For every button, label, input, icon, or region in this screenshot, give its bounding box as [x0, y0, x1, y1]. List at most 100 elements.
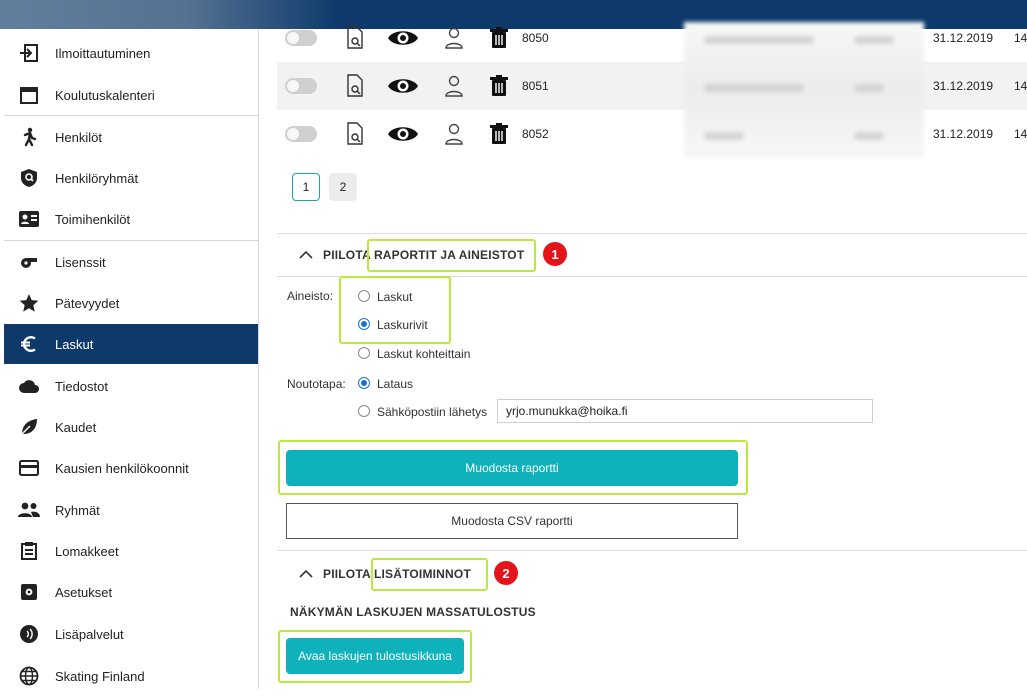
- sidebar-item-patevyydet[interactable]: Pätevyydet: [4, 283, 258, 323]
- highlight-box: [367, 239, 536, 272]
- radio-sahkoposti[interactable]: [358, 405, 370, 417]
- sidebar-item-koulutuskalenteri[interactable]: Koulutuskalenteri: [4, 75, 258, 115]
- row-date: 31.12.2019: [933, 31, 994, 45]
- person-icon[interactable]: [444, 14, 464, 62]
- radio-laskurivit[interactable]: [358, 318, 370, 330]
- trash-icon[interactable]: [489, 14, 509, 62]
- row-id: 8052: [522, 127, 549, 141]
- globe-icon: [18, 665, 40, 687]
- page-button-current[interactable]: 1: [292, 173, 320, 201]
- radio-label: Laskut kohteittain: [377, 347, 471, 361]
- sidebar: Ilmoittautuminen Koulutuskalenteri Henki…: [0, 29, 259, 689]
- sidebar-item-label: Lisenssit: [55, 254, 106, 270]
- sidebar-item-henkilot[interactable]: Henkilöt: [4, 117, 258, 157]
- radio-label: Sähköpostiin lähetys: [377, 405, 488, 419]
- sidebar-item-label: Ryhmät: [55, 502, 100, 518]
- euro-icon: [18, 333, 40, 355]
- radio-laskut-kohteittain[interactable]: [358, 347, 370, 359]
- sidebar-item-label: Kaudet: [55, 419, 97, 435]
- row-toggle[interactable]: [285, 78, 317, 94]
- radio-label: Laskut: [377, 290, 413, 304]
- star-icon: [18, 292, 40, 314]
- sidebar-item-label: Asetukset: [55, 584, 113, 600]
- highlight-box: [371, 558, 488, 591]
- calendar-icon: [18, 84, 40, 106]
- generate-report-button[interactable]: Muodosta raportti: [286, 450, 738, 486]
- chevron-up-icon: [299, 250, 313, 259]
- step-badge: 1: [543, 242, 567, 266]
- highlight-box: [339, 276, 451, 344]
- sidebar-divider: [4, 240, 258, 241]
- aineisto-label: Aineisto:: [287, 289, 334, 303]
- cloud-icon: [18, 375, 40, 397]
- document-search-icon[interactable]: [345, 62, 365, 110]
- row-extra: 14.0: [1014, 79, 1027, 93]
- leaf-icon: [18, 416, 40, 438]
- row-id: 8050: [522, 31, 549, 45]
- sidebar-item-lisapalvelut[interactable]: Lisäpalvelut: [4, 614, 258, 654]
- sidebar-item-lomakkeet[interactable]: Lomakkeet: [4, 531, 258, 571]
- sidebar-item-label: Koulutuskalenteri: [55, 87, 155, 103]
- generate-csv-button[interactable]: Muodosta CSV raportti: [286, 503, 738, 539]
- page-button[interactable]: 2: [329, 173, 357, 201]
- card-icon: [18, 457, 40, 479]
- settings-icon: [18, 581, 40, 603]
- sidebar-item-asetukset[interactable]: Asetukset: [4, 572, 258, 612]
- sidebar-item-label: Henkilöryhmät: [55, 170, 139, 186]
- row-toggle[interactable]: [285, 126, 317, 142]
- redacted-area: [684, 22, 924, 158]
- noutotapa-label: Noutotapa:: [287, 377, 346, 391]
- nfc-icon: [18, 623, 40, 645]
- whistle-icon: [18, 251, 40, 273]
- eye-icon[interactable]: [387, 62, 419, 110]
- row-id: 8051: [522, 79, 549, 93]
- sidebar-item-ryhmat[interactable]: Ryhmät: [4, 490, 258, 530]
- sidebar-divider: [4, 115, 258, 116]
- form-icon: [18, 540, 40, 562]
- sidebar-item-label: Skating Finland: [55, 668, 145, 684]
- sidebar-item-toimihenkilot[interactable]: Toimihenkilöt: [4, 199, 258, 239]
- open-print-window-button[interactable]: Avaa laskujen tulostusikkuna: [286, 638, 464, 674]
- trash-icon[interactable]: [489, 62, 509, 110]
- sidebar-item-kaudet[interactable]: Kaudet: [4, 407, 258, 447]
- shield-search-icon: [18, 167, 40, 189]
- row-toggle[interactable]: [285, 30, 317, 46]
- sidebar-item-ilmoittautuminen[interactable]: Ilmoittautuminen: [4, 33, 258, 73]
- panel-divider: [277, 550, 1027, 551]
- login-icon: [18, 42, 40, 64]
- panel-divider: [277, 233, 1027, 234]
- chevron-up-icon: [299, 569, 313, 578]
- sidebar-item-lisenssit[interactable]: Lisenssit: [4, 242, 258, 282]
- eye-icon[interactable]: [387, 14, 419, 62]
- radio-label: Lataus: [377, 377, 414, 391]
- sidebar-item-label: Tiedostot: [55, 378, 108, 394]
- id-card-icon: [18, 208, 40, 230]
- row-date: 31.12.2019: [933, 79, 994, 93]
- document-search-icon[interactable]: [345, 110, 365, 158]
- person-walking-icon: [18, 126, 40, 148]
- sidebar-item-henkiloryhmat[interactable]: Henkilöryhmät: [4, 158, 258, 198]
- sidebar-item-label: Kausien henkilökoonnit: [55, 460, 189, 476]
- person-icon[interactable]: [444, 62, 464, 110]
- radio-laskut[interactable]: [358, 290, 370, 302]
- email-field[interactable]: [497, 399, 873, 423]
- step-badge: 2: [494, 561, 518, 585]
- sidebar-item-tiedostot[interactable]: Tiedostot: [4, 366, 258, 406]
- person-icon[interactable]: [444, 110, 464, 158]
- sidebar-item-laskut[interactable]: Laskut: [4, 324, 258, 364]
- section-subtitle: NÄKYMÄN LASKUJEN MASSATULOSTUS: [290, 605, 536, 619]
- sidebar-item-label: Pätevyydet: [55, 295, 120, 311]
- sidebar-item-kausien-henkilokoonnit[interactable]: Kausien henkilökoonnit: [4, 448, 258, 488]
- eye-icon[interactable]: [387, 110, 419, 158]
- sidebar-item-label: Henkilöt: [55, 129, 102, 145]
- sidebar-item-label: Ilmoittautuminen: [55, 45, 151, 61]
- row-extra: 14.0: [1014, 31, 1027, 45]
- radio-lataus[interactable]: [358, 377, 370, 389]
- radio-label: Laskurivit: [377, 318, 428, 332]
- sidebar-item-label: Lisäpalvelut: [55, 626, 124, 642]
- document-search-icon[interactable]: [345, 14, 365, 62]
- people-icon: [18, 499, 40, 521]
- sidebar-item-label: Toimihenkilöt: [55, 211, 131, 227]
- sidebar-item-skating-finland[interactable]: Skating Finland: [4, 656, 258, 696]
- trash-icon[interactable]: [489, 110, 509, 158]
